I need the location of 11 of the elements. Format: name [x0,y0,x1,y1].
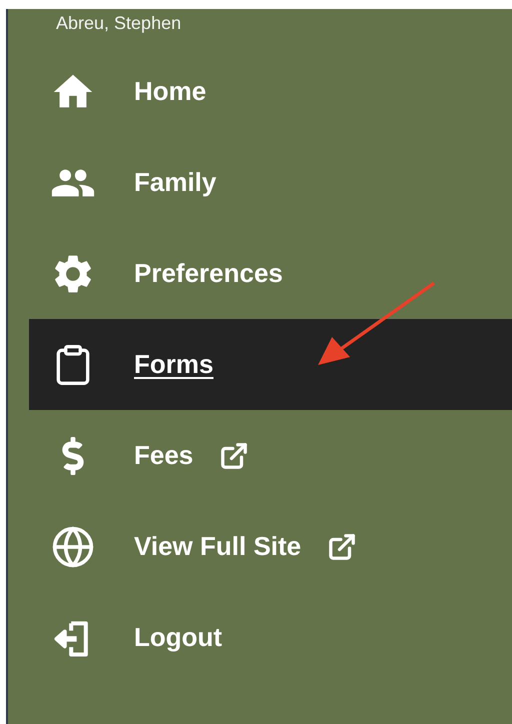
nav-item[interactable]: Preferences [29,228,512,319]
nav-item[interactable]: Home [29,46,512,137]
external-link-icon [219,440,250,470]
nav-item[interactable]: Forms [29,319,512,410]
nav-item[interactable]: Fees [29,410,512,501]
user-name: Abreu, Stephen [55,12,182,35]
external-link-icon [327,532,358,562]
globe-icon [51,524,95,568]
nav-item[interactable]: Logout [29,592,512,683]
nav-item[interactable]: View Full Site [29,501,512,592]
nav-item[interactable]: Family [29,137,512,228]
